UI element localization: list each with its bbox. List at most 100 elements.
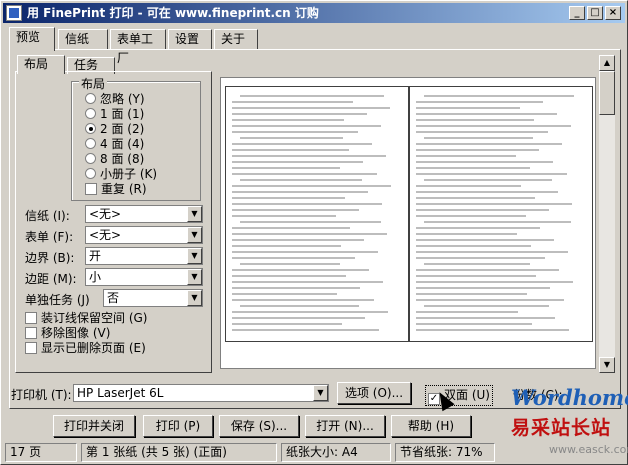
text-line — [416, 131, 548, 133]
close-button[interactable]: × — [605, 6, 621, 20]
radio-2-up[interactable]: 2 面 (2) — [85, 122, 144, 136]
border-label: 边界 (B): — [25, 251, 75, 265]
radio-label: 4 面 (4) — [100, 137, 145, 151]
text-line — [232, 251, 378, 253]
text-line — [416, 329, 569, 331]
radio-label: 8 面 (8) — [100, 152, 145, 166]
save-button[interactable]: 保存 (S)... — [219, 415, 299, 437]
text-line — [232, 245, 341, 247]
text-line — [232, 167, 340, 169]
text-line — [416, 155, 516, 157]
minimize-button[interactable]: _ — [569, 6, 585, 20]
help-button[interactable]: 帮助 (H) — [391, 415, 471, 437]
checkbox-box — [25, 327, 37, 339]
tab-form-factory[interactable]: 表单工厂 — [110, 29, 166, 65]
select-value: <无> — [89, 228, 122, 242]
margin-select[interactable]: 小 ▼ — [85, 268, 203, 286]
text-line — [416, 251, 568, 253]
radio-label: 小册子 (K) — [100, 167, 158, 181]
scroll-thumb[interactable] — [599, 71, 615, 115]
single-job-label: 单独任务 (J) — [25, 293, 90, 307]
text-line — [232, 317, 365, 319]
radio-dot — [85, 108, 96, 119]
chevron-down-icon[interactable]: ▼ — [187, 206, 202, 222]
printer-options-button[interactable]: 选项 (O)... — [337, 382, 411, 404]
status-pages: 17 页 — [5, 443, 77, 462]
radio-4-up[interactable]: 4 面 (4) — [85, 137, 144, 151]
text-line — [232, 119, 344, 121]
radio-1-up[interactable]: 1 面 (1) — [85, 107, 144, 121]
text-line — [416, 161, 553, 163]
printer-select[interactable]: HP LaserJet 6L ▼ — [73, 384, 329, 402]
text-line — [232, 185, 391, 187]
status-savings: 节省纸张: 71% — [395, 443, 495, 462]
text-line — [232, 329, 379, 331]
border-select[interactable]: 开 ▼ — [85, 247, 203, 265]
radio-booklet[interactable]: 小册子 (K) — [85, 167, 157, 181]
text-line — [416, 275, 536, 277]
text-line — [416, 299, 564, 301]
text-line — [416, 311, 518, 313]
chevron-down-icon[interactable]: ▼ — [313, 385, 328, 401]
checkbox-box — [85, 183, 97, 195]
radio-8-up[interactable]: 8 面 (8) — [85, 152, 144, 166]
preview-page-right[interactable] — [409, 86, 593, 342]
text-line — [232, 203, 382, 205]
text-line — [232, 215, 336, 217]
subtab-layout[interactable]: 布局 — [17, 55, 65, 74]
page-preview[interactable] — [220, 77, 596, 369]
radio-label: 2 面 (2) — [100, 122, 145, 136]
text-line — [416, 113, 557, 115]
chevron-down-icon[interactable]: ▼ — [187, 227, 202, 243]
tab-stationery[interactable]: 信纸 — [58, 29, 108, 50]
print-and-close-button[interactable]: 打印并关闭 — [53, 415, 135, 437]
text-line — [416, 317, 555, 319]
text-line — [232, 161, 363, 163]
remove-images-checkbox[interactable]: 移除图像 (V) — [25, 326, 110, 340]
radio-ignore[interactable]: 忽略 (Y) — [85, 92, 145, 106]
checkbox-label: 装订线保留空间 (G) — [41, 311, 148, 325]
repeat-checkbox[interactable]: 重复 (R) — [85, 182, 147, 196]
radio-dot — [85, 93, 96, 104]
chevron-down-icon[interactable]: ▼ — [187, 269, 202, 285]
single-job-select[interactable]: 否 ▼ — [103, 289, 203, 307]
open-button[interactable]: 打开 (N)... — [305, 415, 385, 437]
radio-dot — [85, 168, 96, 179]
checkbox-box — [25, 312, 37, 324]
stationery-select[interactable]: <无> ▼ — [85, 205, 203, 223]
fineprint-dialog: 用 FinePrint 打印 - 可在 www.fineprint.cn 订购 … — [0, 0, 628, 465]
text-line — [416, 191, 558, 193]
tab-preview[interactable]: 预览 — [9, 27, 55, 51]
text-line — [240, 137, 343, 139]
text-line — [240, 179, 362, 181]
text-line — [416, 239, 554, 241]
text-line — [232, 275, 346, 277]
text-line — [424, 263, 530, 265]
watermark-site-name: 易采站长站 — [511, 417, 612, 439]
text-line — [232, 143, 372, 145]
text-line — [416, 203, 572, 205]
scroll-down-icon[interactable]: ▼ — [599, 357, 615, 373]
preview-page-left[interactable] — [225, 86, 409, 342]
chevron-down-icon[interactable]: ▼ — [187, 248, 202, 264]
chevron-down-icon[interactable]: ▼ — [187, 290, 202, 306]
print-button[interactable]: 打印 (P) — [143, 415, 213, 437]
gutter-checkbox[interactable]: 装订线保留空间 (G) — [25, 311, 147, 325]
tab-settings[interactable]: 设置 — [168, 29, 212, 50]
text-line — [416, 101, 543, 103]
form-select[interactable]: <无> ▼ — [85, 226, 203, 244]
show-deleted-checkbox[interactable]: 显示已删除页面 (E) — [25, 341, 146, 355]
maximize-button[interactable]: □ — [587, 6, 603, 20]
radio-dot — [85, 138, 96, 149]
text-line — [232, 227, 350, 229]
text-line — [232, 125, 381, 127]
scroll-up-icon[interactable]: ▲ — [599, 55, 615, 71]
tab-about[interactable]: 关于 — [214, 29, 258, 50]
text-line — [416, 323, 532, 325]
text-line — [232, 281, 383, 283]
preview-scrollbar[interactable]: ▲ ▼ — [599, 55, 615, 373]
stationery-label: 信纸 (I): — [25, 209, 70, 223]
select-value: 否 — [107, 291, 120, 305]
radio-label: 1 面 (1) — [100, 107, 145, 121]
radio-label: 忽略 (Y) — [100, 92, 145, 106]
